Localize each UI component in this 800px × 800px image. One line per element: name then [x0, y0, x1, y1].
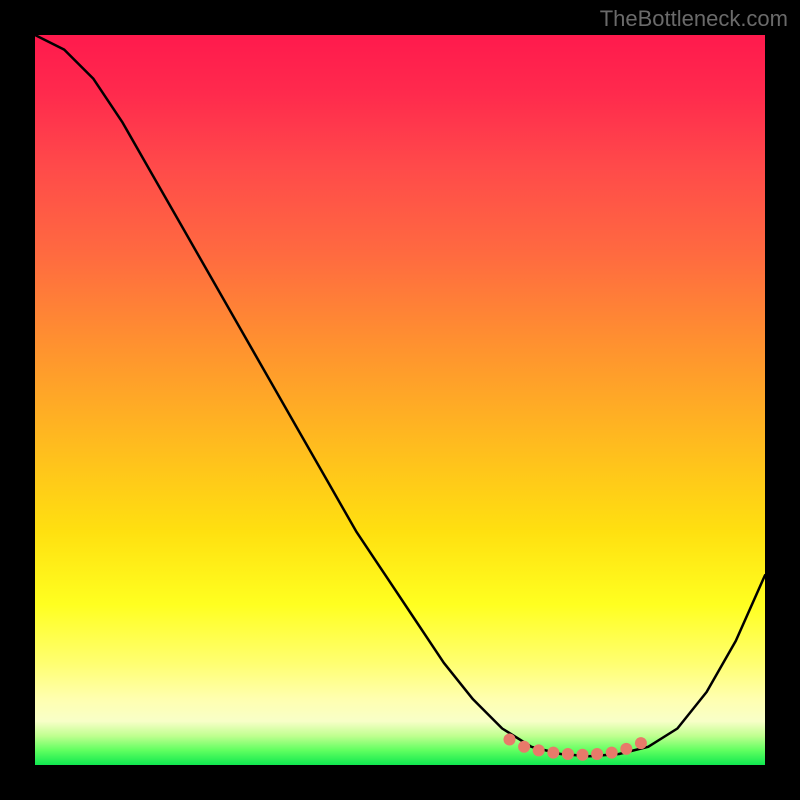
chart-marker-dot [577, 749, 589, 761]
chart-svg [35, 35, 765, 765]
chart-marker-dot [533, 744, 545, 756]
chart-marker-dot [606, 747, 618, 759]
chart-marker-dot [518, 741, 530, 753]
chart-markers [504, 734, 647, 761]
chart-marker-dot [504, 734, 516, 746]
chart-marker-dot [547, 747, 559, 759]
chart-marker-dot [562, 748, 574, 760]
chart-marker-dot [591, 748, 603, 760]
chart-marker-dot [635, 737, 647, 749]
chart-plot-area [35, 35, 765, 765]
watermark-text: TheBottleneck.com [600, 6, 788, 32]
chart-curve [35, 35, 765, 756]
chart-marker-dot [620, 743, 632, 755]
